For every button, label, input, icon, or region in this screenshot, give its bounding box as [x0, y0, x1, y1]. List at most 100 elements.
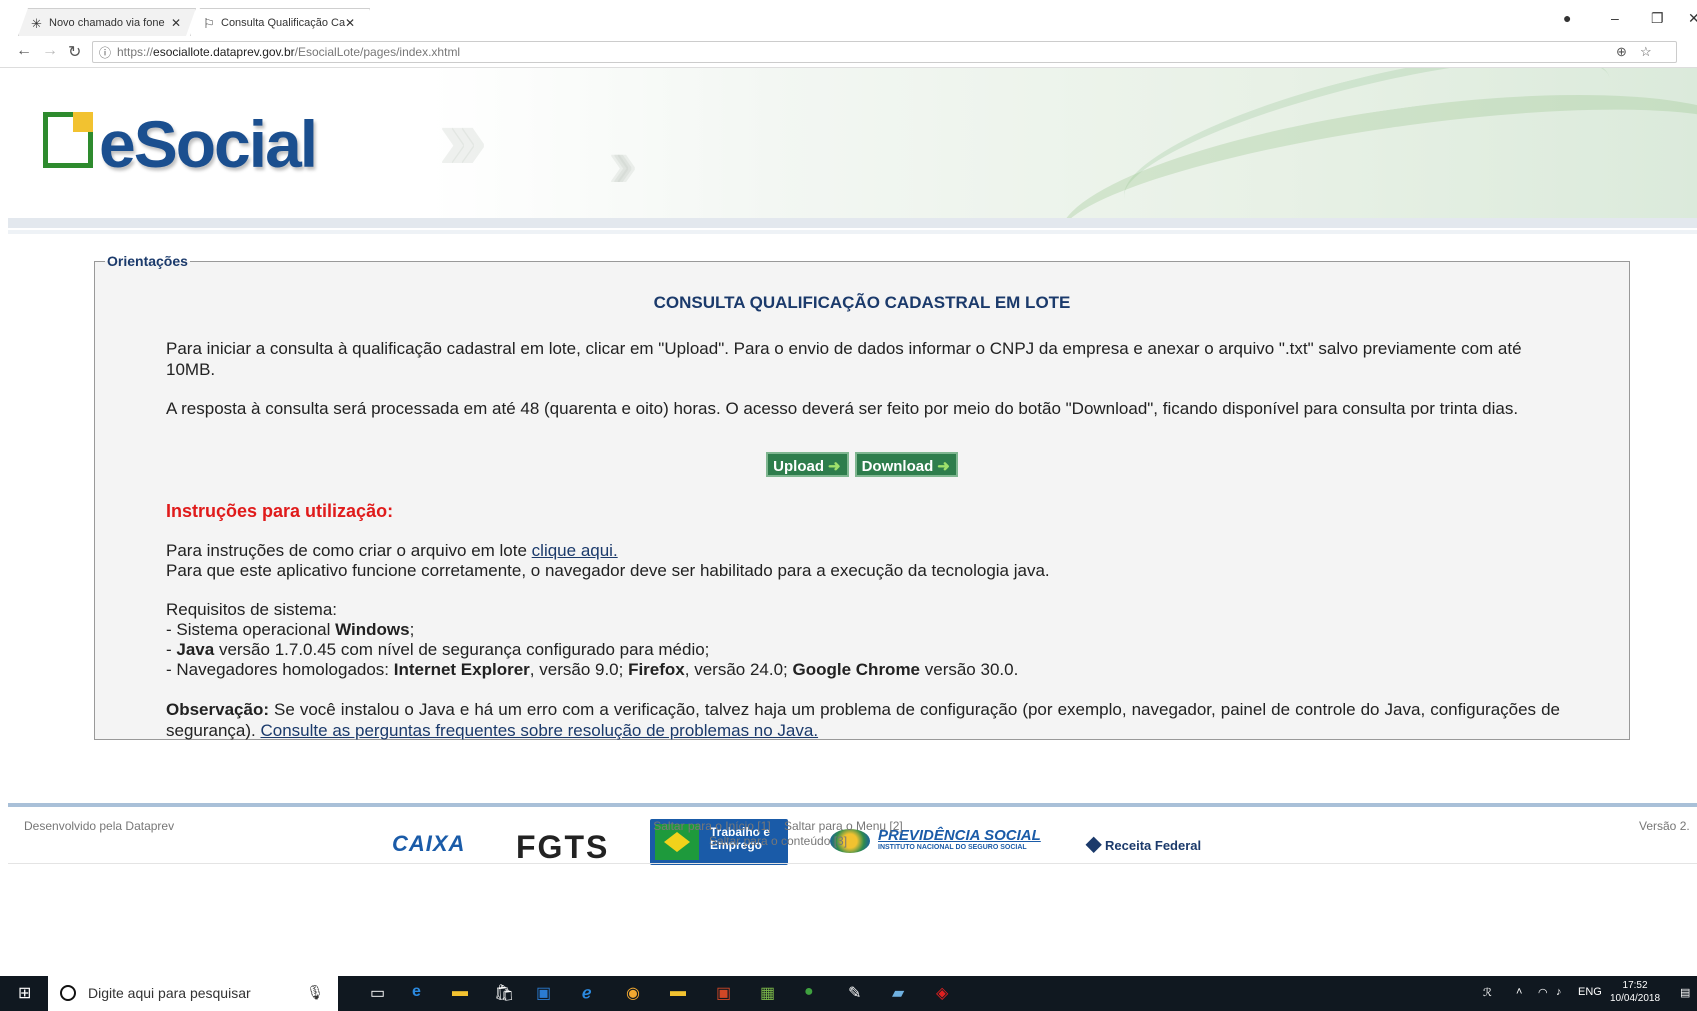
upload-label: Upload	[773, 458, 824, 475]
req-text: , versão 9.0;	[529, 660, 629, 679]
requirements-title: Requisitos de sistema:	[166, 600, 338, 619]
close-window-icon[interactable]: ✕	[1688, 10, 1697, 27]
url-host: esociallote.dataprev.gov.br	[153, 45, 295, 59]
browser-tab-novo-chamado[interactable]: ✳ Novo chamado via fone ✕	[18, 8, 196, 36]
arrow-right-icon: ➜	[828, 458, 841, 475]
acrobat-icon[interactable]: ◈	[936, 983, 948, 1003]
footer-separator	[8, 863, 1697, 864]
upload-button[interactable]: Upload ➜	[766, 452, 849, 477]
site-info-icon[interactable]: ⓘ	[99, 44, 111, 61]
skip-conteudo-link[interactable]: Saltar para o conteúdo [3]	[709, 834, 847, 848]
people-icon[interactable]: ℛ	[1483, 986, 1492, 999]
zoom-icon[interactable]: ⊕	[1616, 44, 1627, 60]
cortana-icon	[60, 985, 76, 1001]
restore-icon[interactable]: ❐	[1651, 10, 1664, 27]
orientacoes-panel: Orientações CONSULTA QUALIFICAÇÃO CADAST…	[94, 253, 1630, 740]
tab-title: Consulta Qualificação Ca	[221, 17, 346, 29]
req-bold: Google Chrome	[792, 660, 921, 679]
requirement-os: - Sistema operacional Windows;	[166, 619, 1560, 640]
store-icon[interactable]: 🛍	[494, 983, 514, 1003]
download-label: Download	[861, 458, 934, 475]
requirement-java: - Java versão 1.7.0.45 com nível de segu…	[166, 639, 1560, 660]
req-text: versão 1.7.0.45 com nível de segurança c…	[214, 640, 710, 659]
windows-start-icon[interactable]: ⊞	[18, 983, 31, 1003]
forward-arrow-icon[interactable]: →	[42, 42, 58, 60]
globe-icon[interactable]: ●	[804, 983, 814, 1001]
network-icon[interactable]: ◠	[1538, 986, 1548, 999]
java-faq-link[interactable]: Consulte as perguntas frequentes sobre r…	[261, 721, 819, 740]
req-bold: Java	[176, 640, 215, 659]
response-paragraph: A resposta à consulta será processada em…	[166, 399, 1519, 418]
browser-tab-consulta[interactable]: ⚐ Consulta Qualificação Ca ✕	[190, 8, 370, 36]
download-button[interactable]: Download ➜	[854, 452, 958, 477]
profile-icon[interactable]: ●	[1563, 10, 1571, 26]
clique-aqui-link[interactable]: clique aqui.	[532, 541, 618, 560]
header-divider	[8, 230, 1697, 234]
url-path: /EsocialLote/pages/index.xhtml	[294, 45, 461, 59]
paint-icon[interactable]: ✎	[848, 983, 861, 1003]
instructions-line-2: Para que este aplicativo funcione corret…	[166, 561, 1050, 580]
url-input[interactable]: ⓘ https://esociallote.dataprev.gov.br/Es…	[92, 41, 1677, 63]
orientacoes-legend: Orientações	[107, 253, 188, 269]
task-view-icon[interactable]: ▭	[370, 983, 385, 1003]
obs-bold: Observação:	[166, 700, 269, 719]
page-content: ››› ››› eSocial Orientações CONSULTA QUA…	[8, 68, 1697, 935]
language-indicator[interactable]: ENG	[1578, 986, 1602, 998]
address-bar: ← → ↻ ⓘ https://esociallote.dataprev.gov…	[0, 36, 1697, 68]
tab-close-icon[interactable]: ✕	[345, 16, 355, 30]
receita-emblem-icon: ◆	[1086, 833, 1102, 855]
req-text: versão 30.0.	[920, 660, 1019, 679]
req-text: - Navegadores homologados:	[166, 660, 394, 679]
internet-explorer-icon[interactable]: ℯ	[582, 983, 591, 1003]
folder-icon[interactable]: ▬	[670, 983, 686, 1001]
app-icon[interactable]: ▦	[760, 983, 775, 1003]
version-label: Versão 2.	[1639, 819, 1690, 833]
tab-close-icon[interactable]: ✕	[171, 16, 181, 30]
minimize-icon[interactable]: –	[1611, 10, 1619, 26]
receita-federal-logo[interactable]: ◆ Receita Federal	[1086, 831, 1201, 856]
search-placeholder: Digite aqui para pesquisar	[88, 985, 251, 1001]
caixa-logo[interactable]: CAIXA	[392, 831, 465, 857]
windows-taskbar: ⊞ Digite aqui para pesquisar 🎙 ▭ e ▬ 🛍 ▣…	[0, 976, 1697, 1011]
volume-icon[interactable]: ♪	[1556, 986, 1562, 998]
instructions-text: Para instruções de como criar o arquivo …	[166, 541, 532, 560]
developer-credit: Desenvolvido pela Dataprev	[24, 819, 175, 833]
req-bold: Windows	[335, 620, 410, 639]
decorative-chevrons: ›››	[608, 124, 638, 202]
taskbar-clock[interactable]: 17:52 10/04/2018	[1610, 979, 1660, 1005]
notifications-icon[interactable]: ▤	[1680, 986, 1690, 999]
skip-inicio-link[interactable]: Saltar para o Início [1]	[653, 819, 770, 833]
req-bold: Internet Explorer	[393, 660, 530, 679]
req-text: ;	[409, 620, 415, 639]
tab-favicon-icon: ✳	[31, 16, 42, 31]
microphone-icon[interactable]: 🎙	[306, 984, 324, 1001]
req-text: -	[166, 640, 177, 659]
bookmark-star-icon[interactable]: ☆	[1640, 44, 1652, 60]
instructions-line-1: Para instruções de como criar o arquivo …	[166, 540, 1560, 561]
notes-icon[interactable]: ▰	[892, 983, 904, 1003]
intro-paragraph: Para iniciar a consulta à qualificação c…	[166, 339, 1522, 379]
footer-divider	[8, 803, 1697, 807]
taskbar-search-input[interactable]: Digite aqui para pesquisar 🎙	[48, 976, 338, 1011]
observation-paragraph: Observação: Se você instalou o Java e há…	[166, 699, 1560, 741]
instructions-title: Instruções para utilização:	[166, 501, 394, 521]
tray-chevron-icon[interactable]: ˄	[1516, 986, 1522, 998]
clock-time: 17:52	[1622, 980, 1648, 991]
receita-text: Receita Federal	[1105, 838, 1202, 853]
chrome-icon[interactable]: ◉	[626, 983, 640, 1003]
decorative-chevrons: ›››	[438, 89, 488, 189]
outlook-icon[interactable]: ▣	[536, 983, 551, 1003]
file-explorer-icon[interactable]: ▬	[452, 983, 468, 1001]
back-arrow-icon[interactable]: ←	[16, 42, 32, 60]
clock-date: 10/04/2018	[1610, 993, 1661, 1004]
action-buttons: Upload ➜ Download ➜	[95, 452, 1629, 477]
logo-text: eSocial	[99, 107, 318, 181]
header-divider	[8, 218, 1697, 228]
edge-browser-icon[interactable]: e	[412, 983, 421, 1001]
skip-menu-link[interactable]: Saltar para o Menu [2]	[784, 819, 903, 833]
document-icon	[43, 112, 93, 168]
powerpoint-icon[interactable]: ▣	[716, 983, 731, 1003]
reload-icon[interactable]: ↻	[68, 42, 81, 62]
browser-tab-strip: ✳ Novo chamado via fone ✕ ⚐ Consulta Qua…	[0, 0, 1697, 36]
url-prefix: https://	[117, 45, 154, 59]
